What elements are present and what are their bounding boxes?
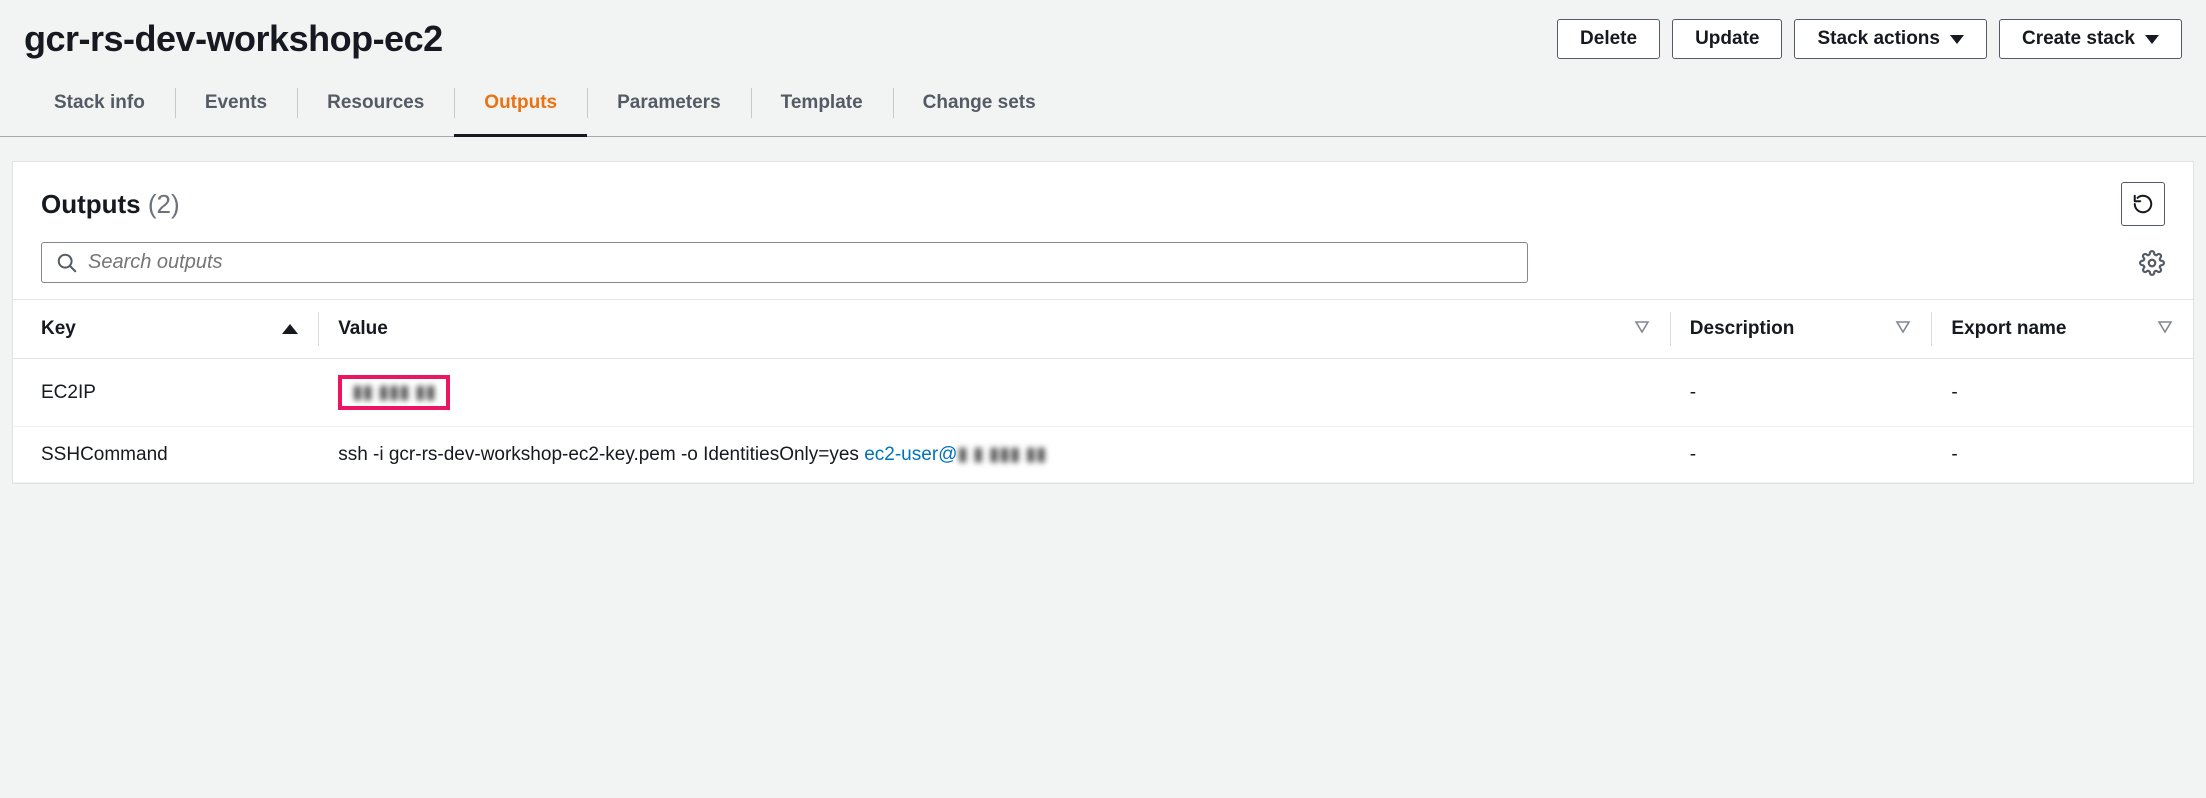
tab-parameters[interactable]: Parameters	[587, 70, 751, 136]
value-link[interactable]: ec2-user@▮ ▮ ▮▮▮ ▮▮	[864, 444, 1046, 465]
caret-down-icon	[1950, 35, 1964, 44]
col-header-key[interactable]: Key	[13, 300, 318, 359]
link-prefix: ec2-user@	[864, 444, 957, 465]
stack-actions-label: Stack actions	[1817, 28, 1940, 50]
panel-title-text: Outputs	[41, 189, 141, 219]
cell-key: SSHCommand	[13, 427, 318, 483]
create-stack-button[interactable]: Create stack	[1999, 19, 2182, 59]
search-icon	[56, 252, 78, 274]
redacted-text: ▮▮ ▮▮▮ ▮▮	[352, 382, 436, 403]
tab-events[interactable]: Events	[175, 70, 297, 136]
redacted-text: ▮ ▮ ▮▮▮ ▮▮	[957, 444, 1046, 465]
sort-icon	[2157, 318, 2173, 340]
tab-outputs[interactable]: Outputs	[454, 70, 587, 136]
cell-description: -	[1670, 427, 1932, 483]
outputs-table: Key Value Desc	[13, 299, 2193, 483]
create-stack-label: Create stack	[2022, 28, 2135, 50]
col-header-value[interactable]: Value	[318, 300, 1670, 359]
sort-asc-icon	[282, 324, 298, 334]
table-row: SSHCommand ssh -i gcr-rs-dev-workshop-ec2…	[13, 427, 2193, 483]
col-value-label: Value	[338, 318, 388, 340]
cell-description: -	[1670, 359, 1932, 427]
col-header-description[interactable]: Description	[1670, 300, 1932, 359]
update-button[interactable]: Update	[1672, 19, 1782, 59]
sort-icon	[1895, 318, 1911, 340]
cell-value: ssh -i gcr-rs-dev-workshop-ec2-key.pem -…	[318, 427, 1670, 483]
delete-button[interactable]: Delete	[1557, 19, 1660, 59]
settings-button[interactable]	[2139, 250, 2165, 276]
table-row: EC2IP ▮▮ ▮▮▮ ▮▮ --	[13, 359, 2193, 427]
refresh-button[interactable]	[2121, 182, 2165, 226]
col-desc-label: Description	[1690, 318, 1795, 340]
cell-value: ▮▮ ▮▮▮ ▮▮	[318, 359, 1670, 427]
outputs-panel: Outputs (2)	[12, 161, 2194, 484]
col-key-label: Key	[41, 318, 76, 340]
cell-export-name: -	[1931, 427, 2193, 483]
panel-title: Outputs (2)	[41, 189, 180, 220]
page-title: gcr-rs-dev-workshop-ec2	[24, 18, 443, 60]
stack-actions-button[interactable]: Stack actions	[1794, 19, 1987, 59]
tab-resources[interactable]: Resources	[297, 70, 454, 136]
col-export-label: Export name	[1951, 318, 2066, 340]
col-header-export[interactable]: Export name	[1931, 300, 2193, 359]
refresh-icon	[2132, 193, 2154, 215]
tab-stackinfo[interactable]: Stack info	[24, 70, 175, 136]
cell-export-name: -	[1931, 359, 2193, 427]
highlighted-value: ▮▮ ▮▮▮ ▮▮	[338, 375, 450, 410]
search-input[interactable]	[88, 251, 1513, 274]
tabs: Stack infoEventsResourcesOutputsParamete…	[24, 70, 2206, 136]
sort-icon	[1634, 318, 1650, 340]
header-actions: Delete Update Stack actions Create stack	[1557, 19, 2182, 59]
caret-down-icon	[2145, 35, 2159, 44]
search-outputs[interactable]	[41, 242, 1528, 283]
value-prefix: ssh -i gcr-rs-dev-workshop-ec2-key.pem -…	[338, 444, 864, 465]
cell-key: EC2IP	[13, 359, 318, 427]
tab-template[interactable]: Template	[751, 70, 893, 136]
tab-changesets[interactable]: Change sets	[893, 70, 1066, 136]
panel-count: (2)	[148, 189, 180, 219]
